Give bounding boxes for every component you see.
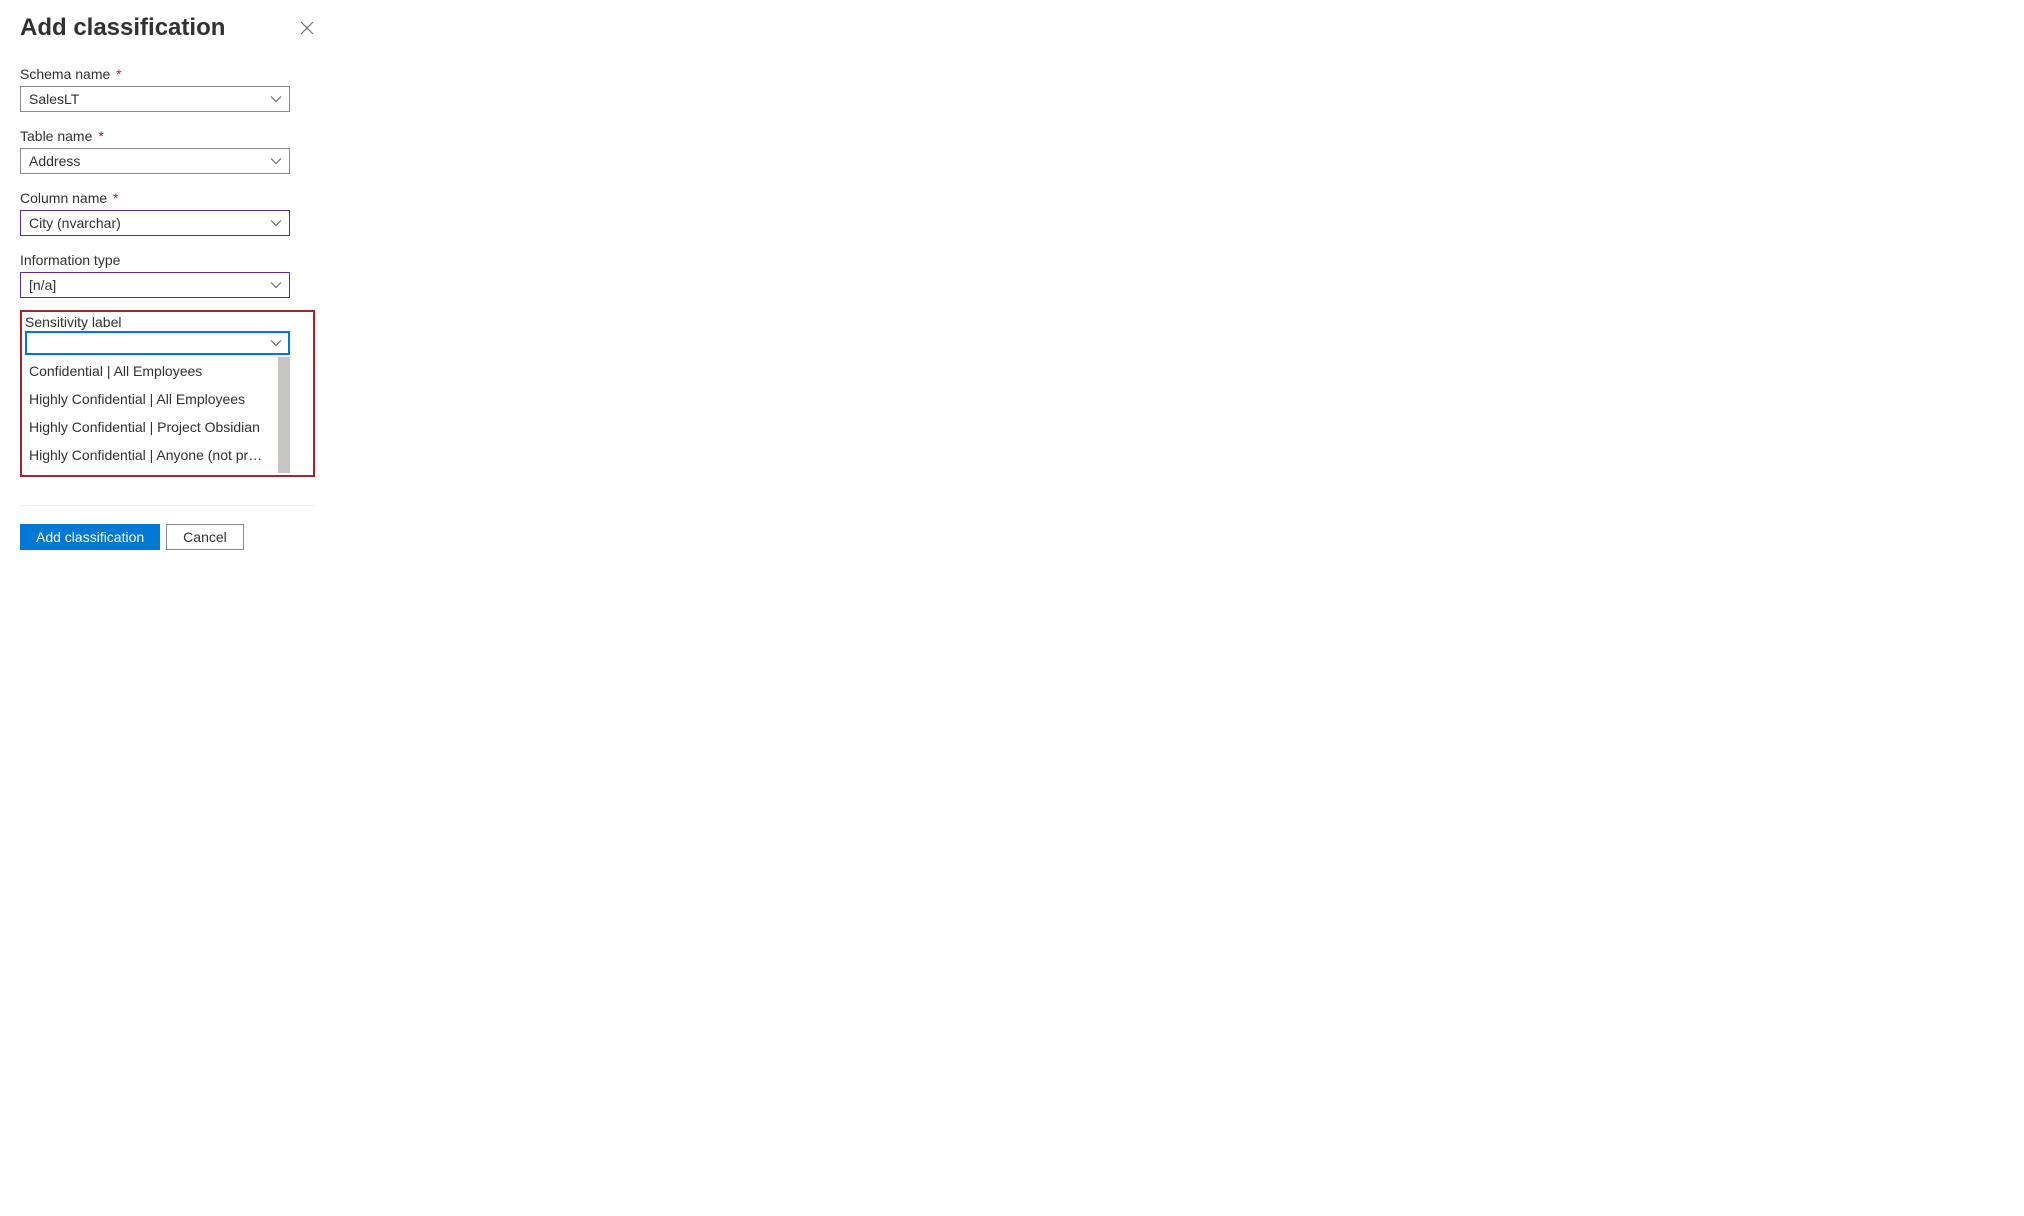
table-name-label: Table name * [20, 128, 315, 144]
table-name-value: Address [29, 153, 80, 169]
column-name-value: City (nvarchar) [29, 215, 121, 231]
table-name-select[interactable]: Address [20, 148, 290, 174]
information-type-select[interactable]: [n/a] [20, 272, 290, 298]
required-indicator: * [98, 128, 103, 144]
table-name-field-group: Table name * Address [20, 128, 315, 174]
sensitivity-label-select[interactable] [25, 331, 290, 355]
table-name-select-wrapper: Address [20, 148, 290, 174]
schema-name-select-wrapper: SalesLT [20, 86, 290, 112]
close-icon[interactable] [299, 20, 315, 36]
sensitivity-label-label: Sensitivity label [25, 314, 310, 330]
sensitivity-label-highlight: Sensitivity label Confidential | All Emp… [20, 310, 315, 477]
schema-name-select[interactable]: SalesLT [20, 86, 290, 112]
sensitivity-option[interactable]: Highly Confidential | All Employees [25, 385, 269, 413]
column-name-label: Column name * [20, 190, 315, 206]
required-indicator: * [113, 190, 118, 206]
column-name-field-group: Column name * City (nvarchar) [20, 190, 315, 236]
cancel-button[interactable]: Cancel [166, 524, 244, 550]
sensitivity-label-dropdown: Confidential | All Employees Highly Conf… [25, 357, 290, 469]
panel-header: Add classification [20, 14, 315, 42]
sensitivity-option[interactable]: Highly Confidential | Anyone (not protec… [25, 441, 269, 469]
required-indicator: * [116, 66, 121, 82]
schema-name-field-group: Schema name * SalesLT [20, 66, 315, 112]
schema-name-value: SalesLT [29, 91, 79, 107]
schema-name-label-text: Schema name [20, 66, 110, 82]
information-type-label-text: Information type [20, 252, 120, 268]
column-name-label-text: Column name [20, 190, 107, 206]
dropdown-scrollbar-thumb[interactable] [278, 357, 290, 473]
table-name-label-text: Table name [20, 128, 92, 144]
column-name-select[interactable]: City (nvarchar) [20, 210, 290, 236]
schema-name-label: Schema name * [20, 66, 315, 82]
add-classification-panel: Add classification Schema name * SalesLT… [20, 14, 315, 550]
information-type-label: Information type [20, 252, 315, 268]
sensitivity-option[interactable]: Highly Confidential | Project Obsidian [25, 413, 269, 441]
dropdown-scrollbar[interactable] [278, 357, 290, 469]
sensitivity-option[interactable]: Confidential | All Employees [25, 357, 269, 385]
add-classification-button[interactable]: Add classification [20, 524, 160, 550]
information-type-field-group: Information type [n/a] [20, 252, 315, 298]
sensitivity-label-select-wrapper [25, 331, 290, 355]
footer-divider [20, 505, 315, 506]
column-name-select-wrapper: City (nvarchar) [20, 210, 290, 236]
information-type-value: [n/a] [29, 277, 56, 293]
information-type-select-wrapper: [n/a] [20, 272, 290, 298]
sensitivity-label-text: Sensitivity label [25, 314, 122, 330]
panel-title: Add classification [20, 14, 225, 42]
button-row: Add classification Cancel [20, 524, 315, 550]
